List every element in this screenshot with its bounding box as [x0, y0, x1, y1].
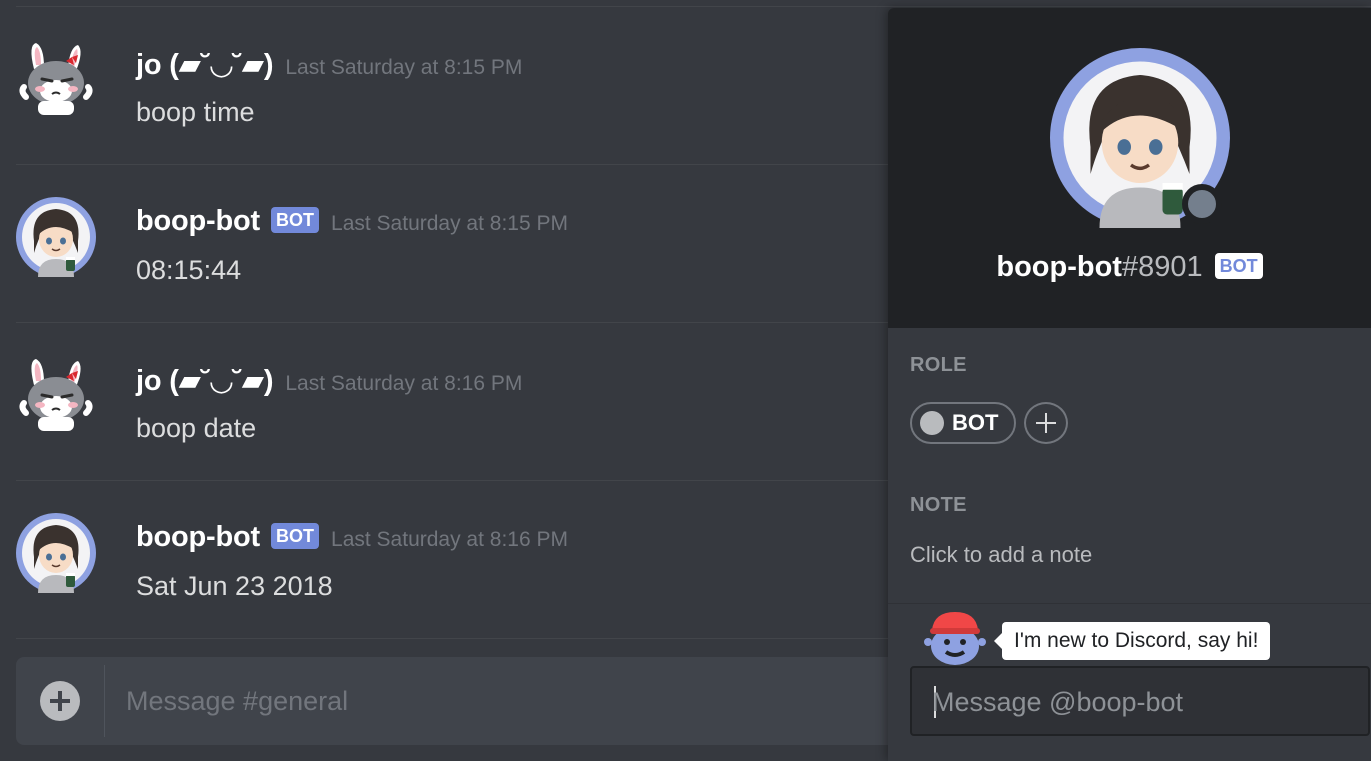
bunny-avatar-icon[interactable] — [16, 355, 96, 435]
note-input[interactable]: Click to add a note — [910, 542, 1092, 568]
timestamp: Last Saturday at 8:15 PM — [331, 212, 568, 235]
message-content: boop time — [136, 97, 255, 127]
girl-avatar-icon[interactable] — [16, 513, 96, 593]
dm-composer — [910, 666, 1370, 736]
discriminator: #8901 — [1121, 251, 1203, 283]
add-role-icon[interactable] — [1024, 402, 1068, 444]
timestamp: Last Saturday at 8:16 PM — [285, 372, 523, 395]
role-pill-bot[interactable]: BOT — [910, 402, 1016, 444]
profile-header: boop-bot#8901 BOT — [888, 8, 1371, 328]
message-header: boop-bot BOT Last Saturday at 8:16 PM — [136, 521, 568, 557]
status-offline-icon — [1182, 184, 1222, 224]
role-name: BOT — [952, 410, 999, 435]
girl-avatar-icon[interactable] — [16, 197, 96, 277]
message-composer — [16, 657, 896, 745]
dm-message-input[interactable] — [932, 682, 1352, 722]
bot-badge: BOT — [271, 523, 320, 549]
message-input[interactable] — [126, 679, 866, 723]
discord-app: jo (▰˘◡˘▰) Last Saturday at 8:15 PM boop… — [0, 0, 1371, 761]
message-header: jo (▰˘◡˘▰) Last Saturday at 8:15 PM — [136, 47, 522, 83]
wumpus-mascot-icon — [924, 608, 986, 666]
timestamp: Last Saturday at 8:15 PM — [285, 56, 523, 79]
plus-circle-icon[interactable] — [40, 681, 80, 721]
message-content: Sat Jun 23 2018 — [136, 571, 333, 601]
message-content: boop date — [136, 413, 257, 443]
divider — [888, 603, 1371, 604]
divider — [16, 638, 900, 639]
divider — [104, 665, 105, 737]
message: jo (▰˘◡˘▰) Last Saturday at 8:16 PM boop… — [0, 323, 900, 481]
note-heading: NOTE — [910, 494, 967, 516]
user-profile-popout: boop-bot#8901 BOT ROLE BOT NOTE Click to … — [888, 8, 1371, 761]
timestamp: Last Saturday at 8:16 PM — [331, 528, 568, 551]
author-name[interactable]: jo (▰˘◡˘▰) — [136, 47, 274, 82]
message-header: boop-bot BOT Last Saturday at 8:15 PM — [136, 205, 568, 241]
author-name[interactable]: jo (▰˘◡˘▰) — [136, 363, 274, 398]
role-color-dot — [920, 411, 944, 435]
author-name[interactable]: boop-bot — [136, 205, 260, 238]
bot-badge: BOT — [271, 207, 320, 233]
message-header: jo (▰˘◡˘▰) Last Saturday at 8:16 PM — [136, 363, 522, 399]
message: boop-bot BOT Last Saturday at 8:16 PM Sa… — [0, 481, 900, 639]
new-user-tooltip: I'm new to Discord, say hi! — [993, 622, 1271, 660]
bunny-avatar-icon[interactable] — [16, 39, 96, 119]
profile-username: boop-bot#8901 BOT — [888, 246, 1371, 288]
message: jo (▰˘◡˘▰) Last Saturday at 8:15 PM boop… — [0, 7, 900, 165]
message: boop-bot BOT Last Saturday at 8:15 PM 08… — [0, 165, 900, 323]
message-content: 08:15:44 — [136, 255, 242, 285]
username: boop-bot — [996, 251, 1122, 283]
author-name[interactable]: boop-bot — [136, 521, 260, 554]
roles-heading: ROLE — [910, 354, 967, 376]
bot-badge: BOT — [1214, 253, 1263, 279]
